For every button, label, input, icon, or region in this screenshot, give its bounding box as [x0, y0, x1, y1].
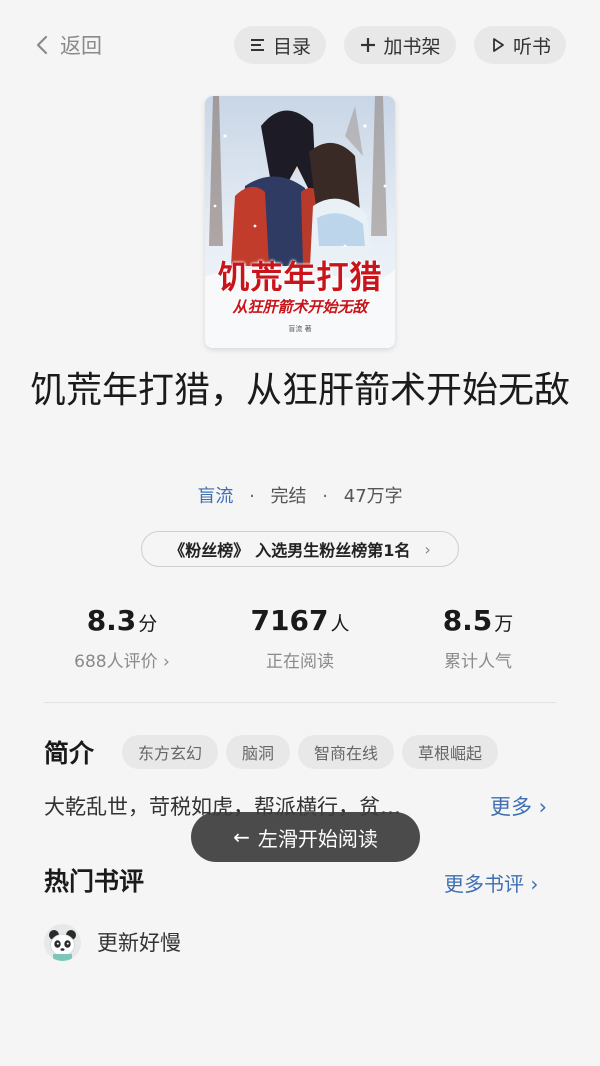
book-status: 完结: [270, 486, 307, 507]
popularity-stat: 8.5 万 累计人气: [378, 604, 578, 672]
arrow-left-icon: ←: [233, 825, 250, 849]
readers-unit: 人: [330, 613, 350, 635]
readers-value: 7167: [250, 604, 329, 637]
word-count: 47万字: [343, 486, 403, 507]
review-text: 更新好慢: [97, 931, 181, 955]
shelf-label: 加书架: [383, 35, 441, 58]
popularity-unit: 万: [494, 613, 514, 635]
toc-label: 目录: [272, 35, 311, 58]
list-icon: [250, 39, 264, 51]
panda-icon: [49, 929, 76, 961]
rank-badge[interactable]: 《粉丝榜》 入选男生粉丝榜第1名 ›: [141, 531, 459, 567]
popularity-label: 累计人气: [444, 652, 512, 672]
book-meta: 盲流 · 完结 · 47万字: [0, 482, 600, 508]
rank-tag: 《粉丝榜》: [169, 541, 250, 560]
readers-label: 正在阅读: [266, 652, 334, 672]
reviews-heading: 热门书评: [44, 867, 145, 896]
genre-tag[interactable]: 智商在线: [298, 735, 395, 769]
add-to-shelf-button[interactable]: 加书架: [344, 26, 456, 64]
play-icon: [493, 38, 504, 52]
stats-row: 8.3 分 688人评价 › 7167 人 正在阅读 8.5 万 累计人气: [0, 604, 600, 684]
cover-author-text: 盲流 著: [288, 325, 312, 333]
cover-subtitle-text: 从狂肝箭术开始无敌: [232, 298, 368, 316]
listen-button[interactable]: 听书: [474, 26, 566, 64]
popularity-value: 8.5: [442, 604, 493, 637]
genre-tag[interactable]: 脑洞: [226, 735, 291, 769]
book-title: 饥荒年打猎，从狂肝箭术开始无敌: [30, 370, 571, 411]
intro-heading: 简介: [44, 739, 95, 768]
listen-label: 听书: [512, 35, 551, 58]
meta-separator: ·: [322, 486, 329, 507]
rating-unit: 分: [138, 613, 158, 635]
rating-stat[interactable]: 8.3 分 688人评价 ›: [22, 604, 222, 672]
rating-value: 8.3: [86, 604, 137, 637]
chevron-right-icon: ›: [424, 539, 431, 559]
top-bar: 返回 目录 加书架 听书: [0, 26, 600, 64]
more-reviews-link[interactable]: 更多书评 ›: [444, 868, 538, 897]
genre-tag[interactable]: 草根崛起: [402, 735, 499, 769]
plus-icon: [361, 38, 376, 52]
divider: [44, 702, 556, 703]
genre-tags: 东方玄幻 脑洞 智商在线 草根崛起: [122, 735, 499, 769]
readers-stat: 7167 人 正在阅读: [200, 604, 400, 672]
rank-text: 入选男生粉丝榜第1名: [255, 541, 411, 560]
book-cover[interactable]: 饥荒年打猎 从狂肝箭术开始无敌 盲流 著: [205, 96, 395, 348]
chevron-left-icon: [36, 35, 48, 55]
cover-title-text: 饥荒年打猎: [217, 258, 383, 296]
back-button[interactable]: 返回: [34, 28, 102, 62]
meta-separator: ·: [249, 486, 255, 507]
back-label: 返回: [60, 34, 102, 58]
avatar: [44, 923, 81, 961]
intro-more-link[interactable]: 更多 ›: [490, 791, 547, 821]
intro-header: 简介: [44, 733, 94, 771]
author-link[interactable]: 盲流: [197, 486, 233, 507]
rating-count-label: 688人评价 ›: [74, 652, 170, 672]
review-item[interactable]: 更新好慢: [44, 922, 181, 962]
swipe-hint-text: 左滑开始阅读: [257, 826, 378, 851]
book-detail-page: 返回 目录 加书架 听书 饥荒年打猎 从狂肝箭术开始无敌 盲流 著 饥荒年打猎，…: [0, 0, 600, 1066]
toc-button[interactable]: 目录: [234, 26, 326, 64]
genre-tag[interactable]: 东方玄幻: [122, 735, 219, 769]
swipe-hint-toast: ← 左滑开始阅读: [191, 812, 420, 862]
